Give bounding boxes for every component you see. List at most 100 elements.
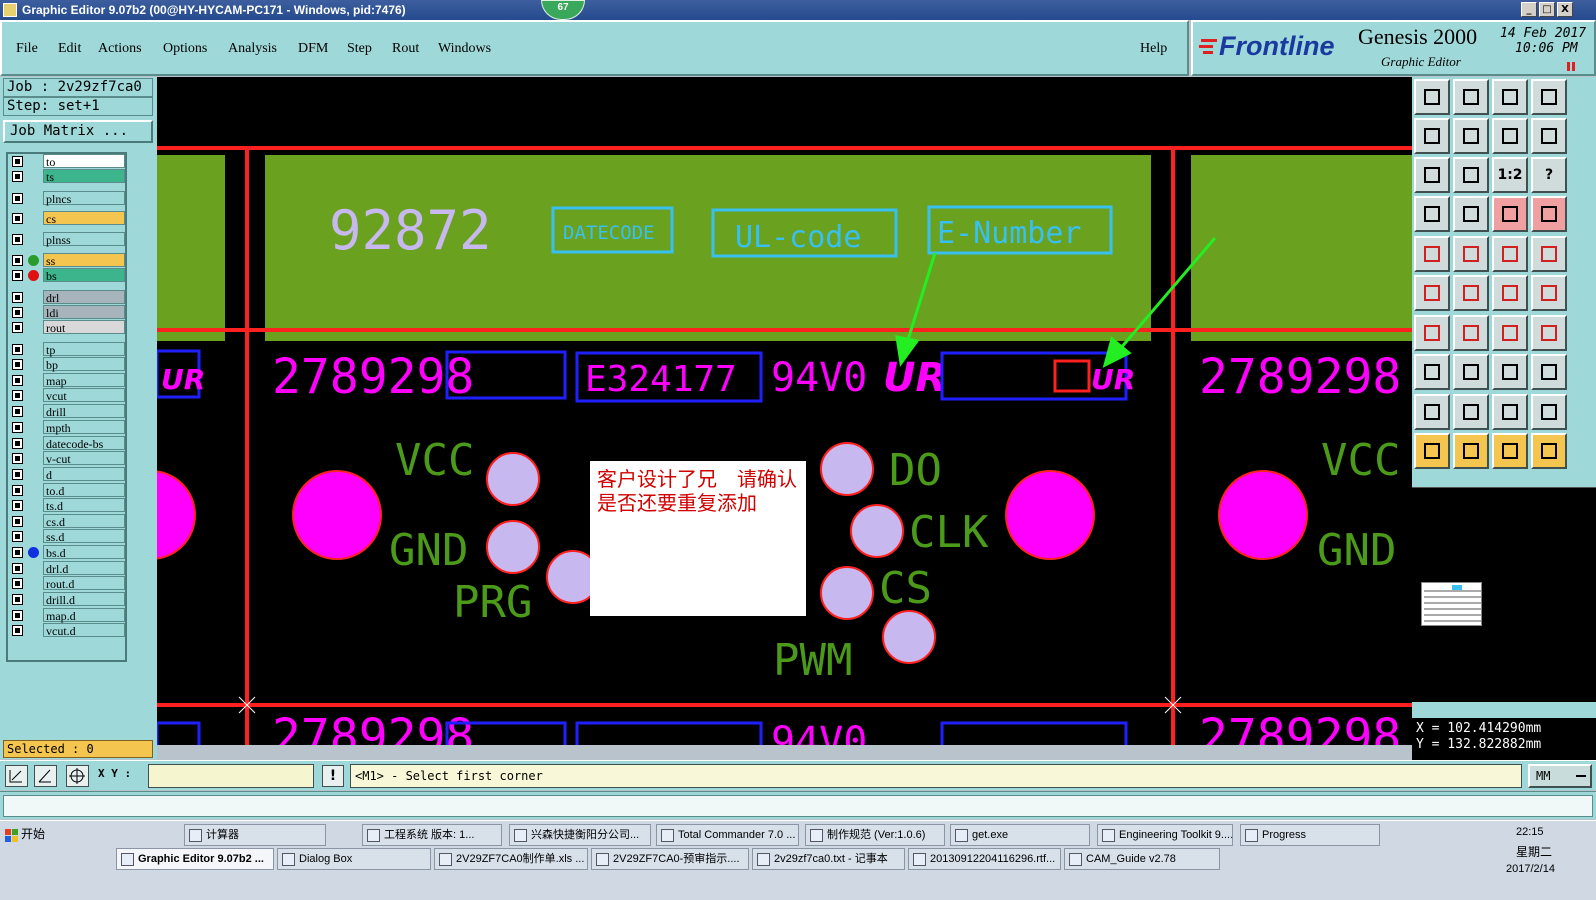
layer-name[interactable]: drl.d <box>43 561 125 576</box>
select-edit-icon[interactable] <box>1492 433 1528 469</box>
layer-checkbox[interactable] <box>12 625 23 636</box>
layer-row[interactable]: plnss <box>10 232 125 247</box>
menu-actions[interactable]: Actions <box>98 41 142 57</box>
overview-map[interactable] <box>1412 487 1596 702</box>
minus-icon[interactable] <box>1453 354 1489 390</box>
home-icon[interactable] <box>1492 79 1528 115</box>
layer-checkbox[interactable] <box>12 422 23 433</box>
layer-checkbox[interactable] <box>12 213 23 224</box>
text-edit-icon[interactable] <box>1531 394 1567 430</box>
layer-name[interactable]: drl <box>43 290 125 305</box>
layer-row[interactable]: ts <box>10 169 125 184</box>
layer-row[interactable]: ss <box>10 253 125 268</box>
layer-name[interactable]: tp <box>43 342 125 357</box>
taskbar-item[interactable]: 2V29ZF7CA0-预审指示.... <box>591 848 749 870</box>
layer-row[interactable]: to.d <box>10 483 125 498</box>
menu-options[interactable]: Options <box>163 41 207 57</box>
layer-row[interactable]: drill.d <box>10 592 125 607</box>
taskbar-item[interactable]: Graphic Editor 9.07b2 ... <box>116 848 274 870</box>
grid-snap-icon[interactable] <box>66 765 89 787</box>
maximize-button[interactable]: □ <box>1539 2 1555 17</box>
mirror-icon[interactable] <box>1531 315 1567 351</box>
graphic-canvas[interactable]: 92872 DATECODE UL-code E-Number UR 27892… <box>157 77 1412 745</box>
layer-name[interactable]: plnss <box>43 232 125 247</box>
system-clock[interactable]: 22:15 星期二 2017/2/14 <box>1486 823 1594 895</box>
layer-name[interactable]: vcut.d <box>43 623 125 638</box>
delete-icon[interactable] <box>1453 275 1489 311</box>
select-box-icon[interactable] <box>1453 433 1489 469</box>
layer-checkbox[interactable] <box>12 438 23 449</box>
layer-row[interactable]: bs <box>10 268 125 283</box>
layer-row[interactable]: d <box>10 467 125 482</box>
help-icon[interactable]: ? <box>1531 157 1567 193</box>
layer-checkbox[interactable] <box>12 547 23 558</box>
select-shape-icon[interactable] <box>1453 236 1489 272</box>
layer-row[interactable]: map.d <box>10 608 125 623</box>
layer-name[interactable]: bs <box>43 268 125 283</box>
line-edit-icon[interactable] <box>1453 315 1489 351</box>
layer-row[interactable]: map <box>10 373 125 388</box>
layer-row[interactable]: bp <box>10 357 125 372</box>
taskbar-item[interactable]: CAM_Guide v2.78 <box>1064 848 1220 870</box>
triangle-a-icon[interactable] <box>1453 394 1489 430</box>
layer-row[interactable]: to <box>10 154 125 169</box>
rotate-icon[interactable] <box>1492 315 1528 351</box>
layer-name[interactable]: drill <box>43 404 125 419</box>
fit-icon[interactable] <box>1531 79 1567 115</box>
triangle-icon[interactable] <box>1414 394 1450 430</box>
layer-checkbox[interactable] <box>12 390 23 401</box>
layer-name[interactable]: mpth <box>43 420 125 435</box>
layer-name[interactable]: datecode-bs <box>43 436 125 451</box>
layer-checkbox[interactable] <box>12 171 23 182</box>
layer-row[interactable]: drl.d <box>10 561 125 576</box>
layer-row[interactable]: tp <box>10 342 125 357</box>
layer-name[interactable]: rout.d <box>43 576 125 591</box>
menu-dfm[interactable]: DFM <box>298 41 328 57</box>
pad-icon[interactable] <box>1531 236 1567 272</box>
layer-checkbox[interactable] <box>12 307 23 318</box>
layer-name[interactable]: v-cut <box>43 451 125 466</box>
pcb-drawing[interactable]: 92872 DATECODE UL-code E-Number UR 27892… <box>157 77 1412 745</box>
menu-edit[interactable]: Edit <box>58 41 81 57</box>
ruler-icon[interactable] <box>1492 236 1528 272</box>
layer-checkbox[interactable] <box>12 453 23 464</box>
layer-name[interactable]: to.d <box>43 483 125 498</box>
layer-row[interactable]: vcut <box>10 388 125 403</box>
layer-checkbox[interactable] <box>12 516 23 527</box>
layer-name[interactable]: map <box>43 373 125 388</box>
layer-checkbox[interactable] <box>12 610 23 621</box>
measure-icon[interactable] <box>1492 275 1528 311</box>
grid-icon[interactable] <box>1453 196 1489 232</box>
layer-row[interactable]: mpth <box>10 420 125 435</box>
layer-checkbox[interactable] <box>12 270 23 281</box>
job-matrix-button[interactable]: Job Matrix ... <box>3 120 153 143</box>
layer-row[interactable]: drl <box>10 290 125 305</box>
layer-row[interactable]: bs.d <box>10 545 125 560</box>
layers-edit-icon[interactable] <box>1531 196 1567 232</box>
minimize-button[interactable]: _ <box>1521 2 1537 17</box>
layer-name[interactable]: plncs <box>43 191 125 206</box>
menu-analysis[interactable]: Analysis <box>228 41 277 57</box>
copy-icon[interactable] <box>1531 354 1567 390</box>
layer-checkbox[interactable] <box>12 322 23 333</box>
snap-icon[interactable] <box>5 765 28 787</box>
scale-icon[interactable]: 1:2 <box>1492 157 1528 193</box>
zoom-home-icon[interactable] <box>1414 79 1450 115</box>
overview-thumbnail[interactable] <box>1421 582 1482 626</box>
layer-row[interactable]: ts.d <box>10 498 125 513</box>
text-icon[interactable] <box>1492 394 1528 430</box>
layer-row[interactable]: cs <box>10 211 125 226</box>
layer-name[interactable]: cs <box>43 211 125 226</box>
layer-checkbox[interactable] <box>12 563 23 574</box>
layer-checkbox[interactable] <box>12 193 23 204</box>
layer-name[interactable]: vcut <box>43 388 125 403</box>
menu-step[interactable]: Step <box>347 41 372 57</box>
layer-row[interactable]: rout <box>10 320 125 335</box>
layer-row[interactable]: drill <box>10 404 125 419</box>
layer-checkbox[interactable] <box>12 594 23 605</box>
redraw-icon[interactable] <box>1531 118 1567 154</box>
layer-name[interactable]: ts.d <box>43 498 125 513</box>
layer-row[interactable]: datecode-bs <box>10 436 125 451</box>
layer-checkbox[interactable] <box>12 578 23 589</box>
menu-file[interactable]: File <box>16 41 38 57</box>
